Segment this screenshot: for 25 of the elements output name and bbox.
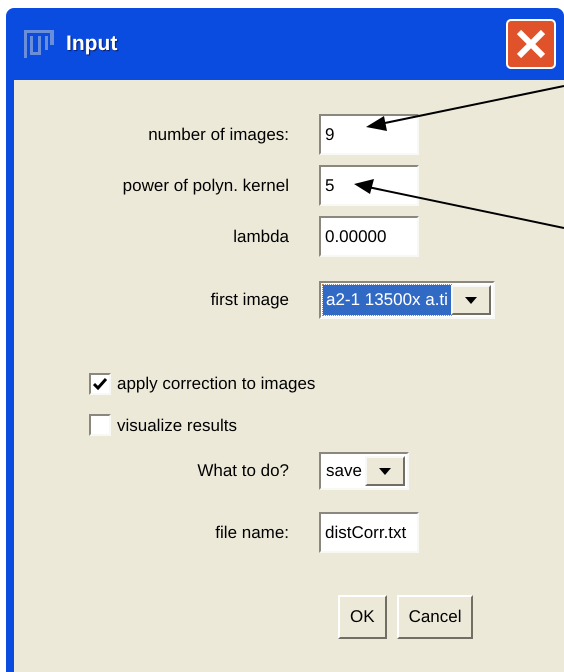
caret-icon <box>378 468 391 474</box>
field-label: What to do? <box>196 460 289 482</box>
window-title: Input <box>66 31 118 58</box>
caret-icon <box>464 296 477 304</box>
dropdown[interactable]: save <box>319 452 409 490</box>
input-field[interactable]: distCorr.txt <box>319 512 419 553</box>
field-label: number of images: <box>147 124 289 146</box>
field-label: lambda <box>232 226 289 248</box>
ok-button[interactable]: OK <box>338 595 387 639</box>
field-label: file name: <box>214 522 289 544</box>
close-button[interactable] <box>506 19 556 69</box>
input-field[interactable]: 5 <box>319 165 419 206</box>
close-icon <box>514 27 548 61</box>
cancel-button[interactable]: Cancel <box>396 595 474 639</box>
checkbox[interactable] <box>89 414 111 436</box>
checkbox-label: visualize results <box>117 414 237 436</box>
checkbox-label: apply correction to images <box>117 373 316 395</box>
input-field[interactable]: 0.00000 <box>319 216 419 257</box>
app-icon <box>22 28 56 60</box>
input-field[interactable]: 9 <box>319 114 419 155</box>
check-icon <box>93 378 107 390</box>
dropdown[interactable]: a2-1 13500x a.ti <box>319 281 495 319</box>
field-label: first image <box>210 289 289 312</box>
field-label: power of polyn. kernel <box>122 174 289 197</box>
checkbox[interactable] <box>89 372 111 395</box>
